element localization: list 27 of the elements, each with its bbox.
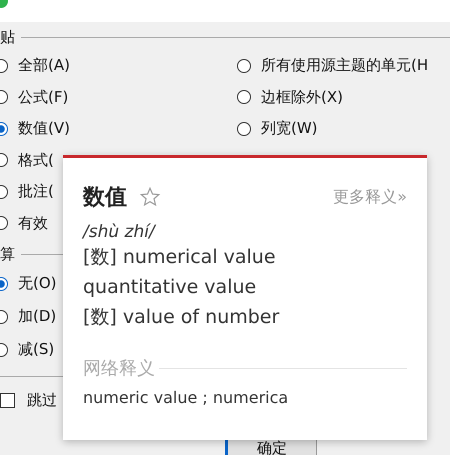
option-label: 列宽(W) bbox=[261, 119, 318, 138]
definition: [数] value of number bbox=[83, 305, 280, 330]
option-label: 全部(A) bbox=[18, 56, 70, 76]
option-label: 无(O) bbox=[18, 274, 57, 293]
radio-button[interactable] bbox=[237, 58, 251, 73]
section-label: 贴 bbox=[0, 28, 15, 46]
definition: [数] numerical value bbox=[83, 245, 277, 270]
option-label: 边框除外(X) bbox=[261, 88, 343, 107]
section-label: 算 bbox=[0, 244, 15, 264]
web-definitions-heading: 网络释义 bbox=[83, 357, 155, 380]
option-label: 数值(V) bbox=[18, 119, 70, 138]
definition: quantitative value bbox=[83, 275, 258, 300]
option-label: 减(S) bbox=[18, 340, 54, 359]
checkbox[interactable] bbox=[0, 392, 15, 408]
option-label: 公式(F) bbox=[18, 88, 68, 107]
option-label: 有效 bbox=[18, 214, 48, 233]
option-label: 格式( bbox=[18, 150, 54, 170]
option-label: 加(D) bbox=[18, 307, 56, 326]
option-label: 所有使用源主题的单元(H bbox=[261, 56, 428, 76]
option-label: 批注( bbox=[18, 182, 54, 202]
star-icon[interactable] bbox=[139, 186, 161, 208]
pinyin: /shù zhí/ bbox=[83, 222, 158, 242]
web-definition: numeric value ; numerica bbox=[83, 388, 290, 407]
checkbox-label: 跳过 bbox=[27, 390, 57, 410]
radio-button[interactable] bbox=[237, 90, 251, 104]
radio-button[interactable] bbox=[237, 122, 251, 136]
headword: 数值 bbox=[83, 184, 127, 212]
